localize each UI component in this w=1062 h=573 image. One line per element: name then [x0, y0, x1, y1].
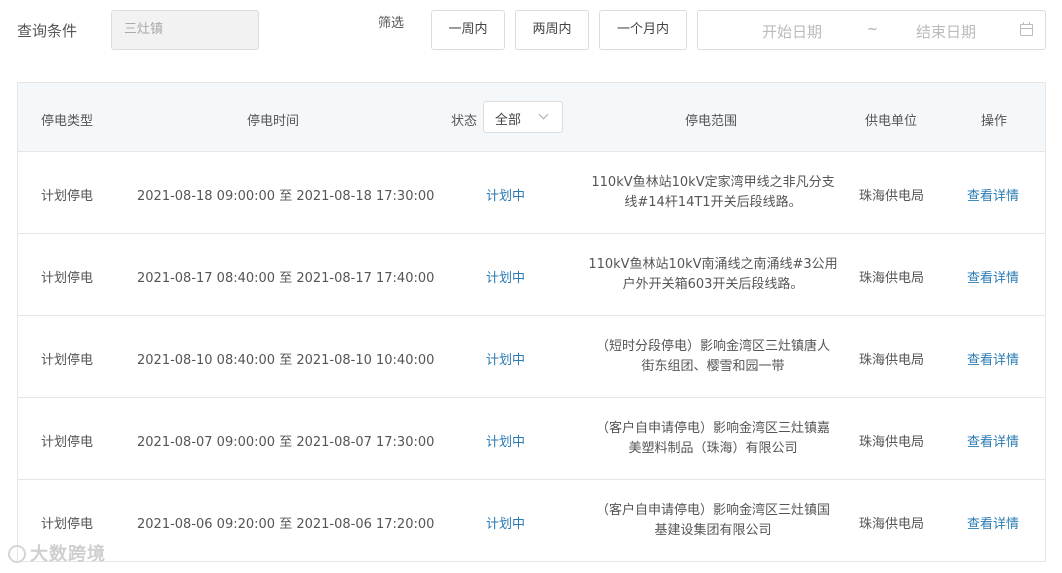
header-operation: 操作	[981, 114, 1008, 129]
header-outage-time: 停电时间	[247, 114, 300, 129]
cell-time: 2021-08-17 08:40:00 至 2021-08-17 17:40:0…	[137, 271, 435, 286]
table-row: 计划停电 2021-08-06 09:20:00 至 2021-08-06 17…	[18, 480, 1045, 562]
cell-status: 计划中	[486, 435, 526, 450]
table-row: 计划停电 2021-08-18 09:00:00 至 2021-08-18 17…	[18, 152, 1045, 234]
cell-type: 计划停电	[41, 353, 94, 368]
calendar-icon[interactable]	[1020, 22, 1033, 36]
cell-range: （短时分段停电）影响金湾区三灶镇唐人 街东组团、樱雪和园一带	[578, 337, 848, 377]
chevron-down-icon	[538, 109, 549, 120]
view-details-link[interactable]: 查看详情	[967, 431, 1019, 450]
two-weeks-button[interactable]: 两周内	[515, 10, 589, 50]
date-separator: ~	[867, 22, 878, 37]
view-details-link[interactable]: 查看详情	[967, 185, 1019, 204]
query-bar: 查询条件 三灶镇 筛选 一周内 两周内 一个月内 开始日期 ~ 结束日期	[0, 0, 1062, 60]
date-range-picker[interactable]: 开始日期 ~ 结束日期	[697, 10, 1046, 50]
view-details-link[interactable]: 查看详情	[967, 513, 1019, 532]
cell-unit: 珠海供电局	[859, 435, 925, 450]
one-month-button[interactable]: 一个月内	[599, 10, 687, 50]
filter-label: 筛选	[378, 16, 405, 31]
watermark-text: 大数跨境	[30, 544, 106, 565]
cell-range-line: （短时分段停电）影响金湾区三灶镇唐人	[595, 339, 830, 354]
cell-time: 2021-08-18 09:00:00 至 2021-08-18 17:30:0…	[137, 189, 435, 204]
cell-range-line: 110kV鱼林站10kV定家湾甲线之非凡分支	[591, 175, 835, 190]
cell-range-line: 美塑料制品（珠海）有限公司	[628, 441, 798, 456]
table-row: 计划停电 2021-08-17 08:40:00 至 2021-08-17 17…	[18, 234, 1045, 316]
table-row: 计划停电 2021-08-10 08:40:00 至 2021-08-10 10…	[18, 316, 1045, 398]
cell-status: 计划中	[486, 353, 526, 368]
cell-status: 计划中	[486, 189, 526, 204]
cell-unit: 珠海供电局	[859, 517, 925, 532]
cell-type: 计划停电	[41, 271, 94, 286]
header-supply-unit: 供电单位	[865, 114, 918, 129]
cell-range-line: 110kV鱼林站10kV南涌线之南涌线#3公用	[588, 257, 838, 272]
watermark: 大数跨境	[8, 540, 106, 566]
cell-time: 2021-08-07 09:00:00 至 2021-08-07 17:30:0…	[137, 435, 435, 450]
table-row: 计划停电 2021-08-07 09:00:00 至 2021-08-07 17…	[18, 398, 1045, 480]
cell-unit: 珠海供电局	[859, 189, 925, 204]
cell-range: （客户自申请停电）影响金湾区三灶镇嘉 美塑料制品（珠海）有限公司	[578, 419, 848, 459]
cell-range-line: 户外开关箱603开关后段线路。	[622, 277, 804, 292]
header-outage-range: 停电范围	[685, 114, 738, 129]
cell-type: 计划停电	[41, 435, 94, 450]
header-outage-type: 停电类型	[41, 114, 94, 129]
cell-unit: 珠海供电局	[859, 353, 925, 368]
outage-table: 停电类型 停电时间 状态 全部 停电范围 供电单位 操作 计划停电 2021-0…	[17, 82, 1046, 562]
cell-status: 计划中	[486, 271, 526, 286]
one-week-button[interactable]: 一周内	[431, 10, 505, 50]
cell-range-line: （客户自申请停电）影响金湾区三灶镇国	[595, 503, 830, 518]
header-status: 状态	[451, 114, 478, 129]
cell-range-line: （客户自申请停电）影响金湾区三灶镇嘉	[595, 421, 830, 436]
cell-type: 计划停电	[41, 517, 94, 532]
table-header: 停电类型 停电时间 状态 全部 停电范围 供电单位 操作	[18, 83, 1045, 152]
cell-range-line: 线#14杆14T1开关后段线路。	[624, 195, 802, 210]
status-select-value: 全部	[495, 113, 522, 128]
cell-range-line: 街东组团、樱雪和园一带	[641, 359, 785, 374]
cell-range-line: 基建设集团有限公司	[654, 523, 772, 538]
status-select[interactable]: 全部	[483, 101, 563, 133]
cell-type: 计划停电	[41, 189, 94, 204]
cell-time: 2021-08-06 09:20:00 至 2021-08-06 17:20:0…	[137, 517, 435, 532]
cell-range: 110kV鱼林站10kV南涌线之南涌线#3公用 户外开关箱603开关后段线路。	[578, 255, 848, 295]
cell-range: （客户自申请停电）影响金湾区三灶镇国 基建设集团有限公司	[578, 501, 848, 541]
town-input[interactable]: 三灶镇	[111, 10, 259, 50]
start-date-input[interactable]: 开始日期	[762, 21, 822, 42]
cell-time: 2021-08-10 08:40:00 至 2021-08-10 10:40:0…	[137, 353, 435, 368]
cell-status: 计划中	[486, 517, 526, 532]
cell-range: 110kV鱼林站10kV定家湾甲线之非凡分支 线#14杆14T1开关后段线路。	[578, 173, 848, 213]
watermark-logo-icon	[8, 545, 26, 563]
view-details-link[interactable]: 查看详情	[967, 349, 1019, 368]
view-details-link[interactable]: 查看详情	[967, 267, 1019, 286]
cell-unit: 珠海供电局	[859, 271, 925, 286]
query-label: 查询条件	[17, 22, 78, 40]
end-date-input[interactable]: 结束日期	[916, 21, 976, 42]
